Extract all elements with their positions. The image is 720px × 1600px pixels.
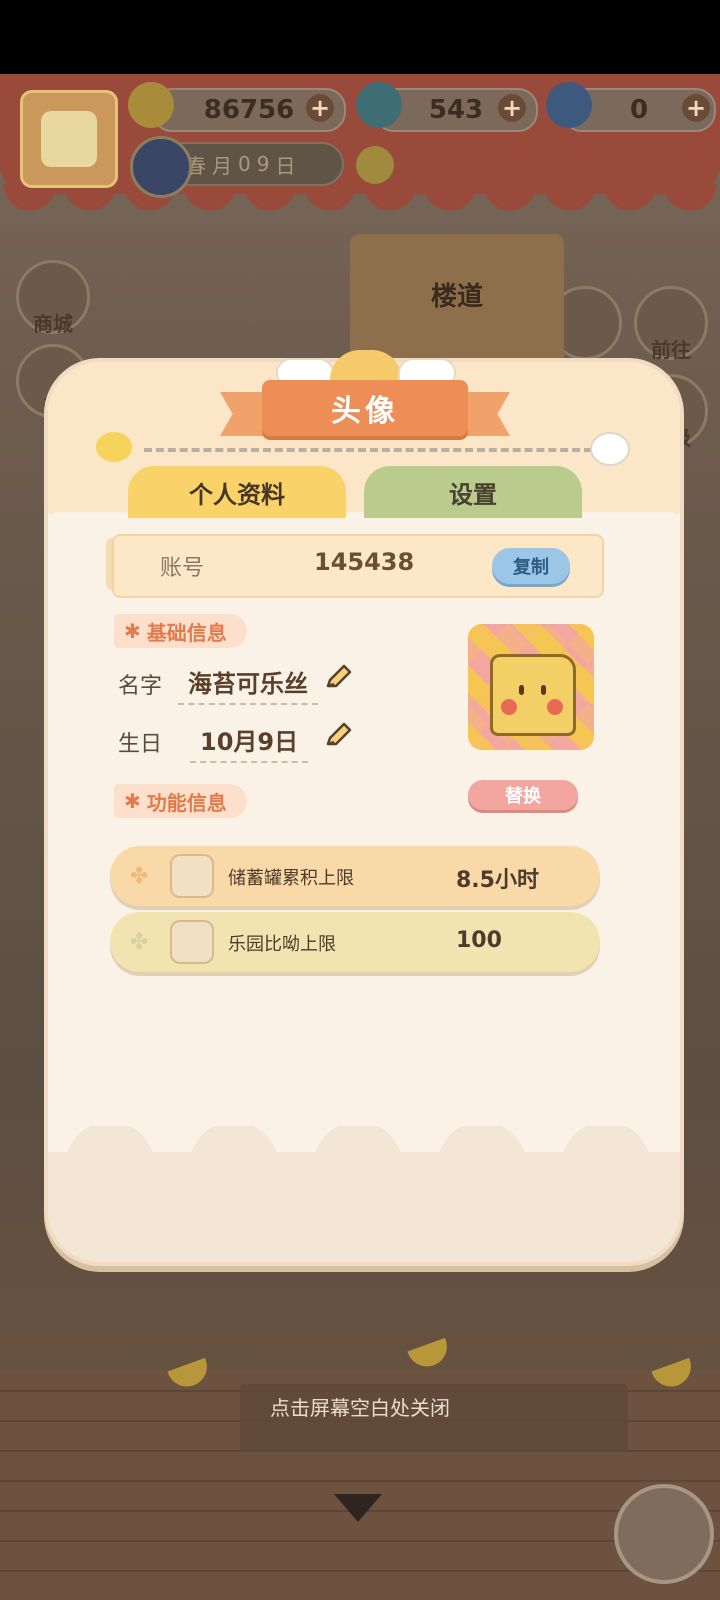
player-avatar-button[interactable]: [20, 90, 118, 188]
piggy-bank-icon: [170, 854, 214, 898]
feature-info-section-tag: ✱ 功能信息: [114, 784, 247, 818]
clover-icon: ✤: [130, 864, 149, 889]
account-id: 145438: [314, 548, 415, 576]
dialog-content-bg: [48, 514, 680, 1164]
awning-scallop: [0, 184, 720, 210]
birthday-field: 10月9日: [190, 722, 309, 763]
banana-count: 86756: [203, 95, 295, 125]
account-bar: 账号 145438 复制: [112, 534, 604, 598]
row-name: 乐园比呦上限: [228, 934, 336, 955]
add-flame-button[interactable]: +: [498, 94, 526, 122]
avatar-dialog: 头像 个人资料 设置 账号 145438 复制 ✱ 基础信息 名字 海苔可乐丝 …: [44, 350, 684, 1266]
avatar-cheek-right: [547, 699, 563, 715]
day-digit-2: 9: [256, 152, 270, 176]
status-bar: [0, 0, 720, 74]
month-char: 月: [212, 153, 232, 178]
yellow-chick-icon: [96, 432, 132, 462]
yarn-ball-icon[interactable]: [614, 1484, 714, 1584]
dialog-footer-bg: [48, 1152, 680, 1262]
white-chick-icon: [590, 432, 630, 466]
avatar-portrait[interactable]: [468, 624, 594, 750]
feature-info-label: 功能信息: [146, 790, 227, 815]
toast-cat-avatar-icon: [490, 654, 576, 736]
flame-count: 543: [428, 95, 484, 125]
blue-banana-count: 0: [629, 95, 649, 125]
row-value: 8.5小时: [456, 868, 539, 893]
goto-button[interactable]: 前往: [634, 286, 708, 362]
title-ribbon: 头像: [220, 376, 510, 446]
basic-info-section-tag: ✱ 基础信息: [114, 614, 247, 648]
day-digit-1: 0: [238, 152, 251, 176]
copy-account-button[interactable]: 复制: [492, 548, 570, 584]
add-banana-button[interactable]: +: [306, 94, 334, 122]
shop-button[interactable]: 商城: [16, 260, 90, 336]
row-value: 100: [456, 928, 502, 953]
edit-name-pencil-icon[interactable]: [324, 662, 354, 692]
dialog-title: 头像: [262, 380, 468, 436]
avatar-eye-right: [541, 685, 546, 695]
blue-banana-icon: [546, 82, 592, 128]
list-item: ✤ 储蓄罐累积上限 8.5小时: [110, 846, 600, 906]
shop-label: 商城: [33, 312, 73, 336]
close-hint-text[interactable]: 点击屏幕空白处关闭: [0, 1392, 720, 1421]
avatar-mini-icon: [41, 111, 97, 167]
avatar-eye-left: [519, 685, 524, 695]
day-char: 日: [275, 153, 296, 178]
name-label: 名字: [118, 674, 163, 699]
avatar-cheek-left: [501, 699, 517, 715]
banana-drop-icon[interactable]: [407, 1337, 453, 1373]
tab-profile[interactable]: 个人资料: [128, 466, 346, 518]
goto-label: 前往: [651, 338, 691, 362]
banana-icon: [128, 82, 174, 128]
list-item: ✤ 乐园比呦上限 100: [110, 912, 600, 972]
flame-icon: [356, 82, 402, 128]
add-blue-banana-button[interactable]: +: [682, 94, 710, 122]
birthday-label: 生日: [118, 732, 163, 757]
clover-icon: ✤: [130, 930, 149, 955]
collapse-arrow-icon[interactable]: [334, 1494, 382, 1522]
account-label: 账号: [160, 556, 205, 581]
basic-info-label: 基础信息: [146, 620, 227, 645]
sun-weather-icon[interactable]: [356, 146, 394, 184]
tab-settings[interactable]: 设置: [364, 466, 582, 518]
clover-icon: ✱: [124, 619, 141, 643]
row-name: 储蓄罐累积上限: [228, 868, 354, 889]
park-friends-icon: [170, 920, 214, 964]
edit-birthday-pencil-icon[interactable]: [324, 720, 354, 750]
moon-clock-icon: [130, 136, 192, 198]
name-field[interactable]: 海苔可乐丝: [178, 664, 318, 705]
dashed-divider: [144, 448, 592, 452]
building-label: 楼道: [430, 282, 483, 312]
replace-avatar-button[interactable]: 替换: [468, 780, 578, 810]
clover-icon: ✱: [124, 789, 141, 813]
